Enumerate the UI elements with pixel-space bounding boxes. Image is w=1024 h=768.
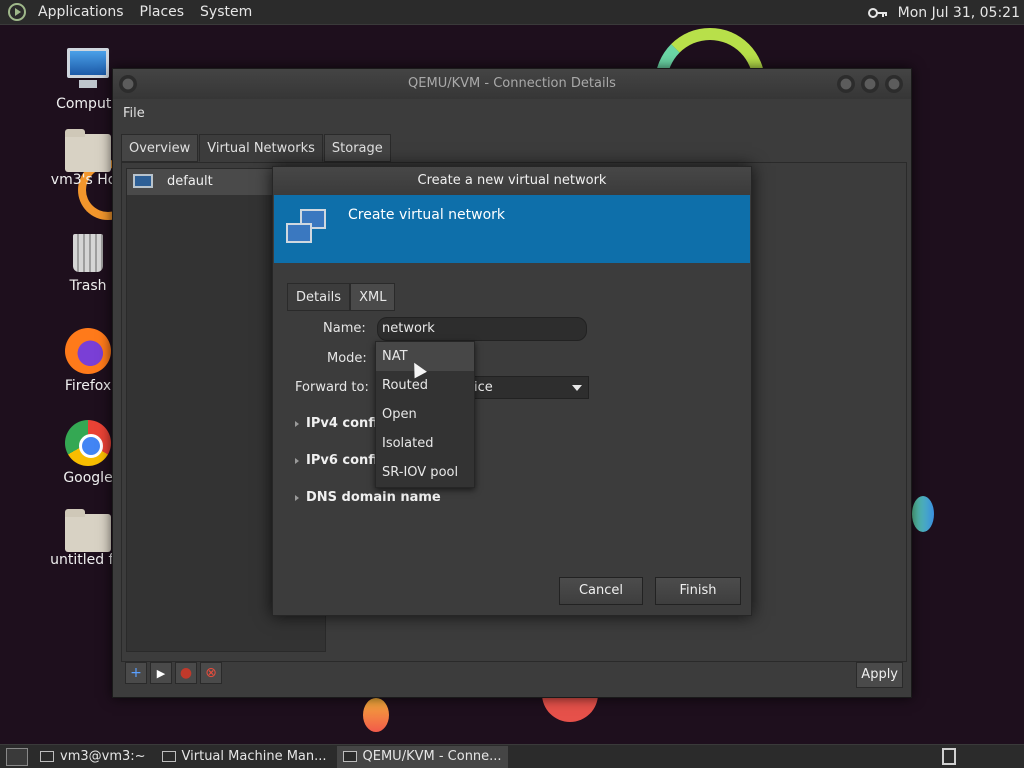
delete-network-button[interactable]: ⊗ <box>200 662 222 684</box>
stop-network-button[interactable]: ● <box>175 662 197 684</box>
menu-file[interactable]: File <box>123 106 145 121</box>
plus-icon: + <box>130 665 142 681</box>
connection-tabs: Overview Virtual Networks Storage <box>121 134 392 162</box>
mode-option-routed[interactable]: Routed <box>376 371 474 400</box>
mode-option-isolated[interactable]: Isolated <box>376 429 474 458</box>
stop-icon: ● <box>179 665 193 681</box>
window-title: QEMU/KVM - Connection Details <box>408 76 616 91</box>
firefox-icon <box>65 328 111 374</box>
ipv4-expander[interactable]: IPv4 config <box>295 416 387 431</box>
show-desktop-icon[interactable] <box>6 747 28 766</box>
vm-manager-icon <box>161 750 176 762</box>
taskbar-label: vm3@vm3:~ <box>60 748 146 764</box>
start-network-button[interactable]: ▶ <box>150 662 172 684</box>
mode-option-sriov[interactable]: SR-IOV pool <box>376 458 474 487</box>
window-icon <box>342 750 357 762</box>
window-menu-icon[interactable] <box>119 75 137 93</box>
add-network-button[interactable]: + <box>125 662 147 684</box>
play-icon: ▶ <box>156 667 166 680</box>
tab-details[interactable]: Details <box>287 283 351 311</box>
ipv6-expander[interactable]: IPv6 config <box>295 453 387 468</box>
dialog-banner: Create virtual network <box>274 195 750 263</box>
taskbar: vm3@vm3:~ Virtual Machine Man... QEMU/KV… <box>0 744 1024 768</box>
applications-logo-icon[interactable] <box>8 3 26 21</box>
delete-icon: ⊗ <box>205 665 217 681</box>
expander-icon <box>295 420 299 427</box>
expander-icon <box>295 494 299 501</box>
workspace-switcher-icon[interactable] <box>942 748 956 765</box>
cancel-button[interactable]: Cancel <box>559 577 643 605</box>
menubar: File <box>113 99 911 129</box>
trash-icon <box>65 228 111 274</box>
tab-overview[interactable]: Overview <box>121 134 199 162</box>
taskbar-label: Virtual Machine Man... <box>181 748 327 764</box>
close-icon[interactable] <box>885 75 903 93</box>
expander-icon <box>295 457 299 464</box>
minimize-icon[interactable] <box>837 75 855 93</box>
mode-option-open[interactable]: Open <box>376 400 474 429</box>
taskbar-item-vm-manager[interactable]: Virtual Machine Man... <box>156 746 333 768</box>
wallpaper-blob <box>363 698 389 732</box>
chrome-icon <box>65 420 111 466</box>
expander-label: DNS domain name <box>306 490 441 505</box>
clock[interactable]: Mon Jul 31, 05:21 <box>898 5 1020 21</box>
network-name: default <box>167 174 213 189</box>
terminal-icon <box>40 750 54 762</box>
network-icon <box>133 174 153 188</box>
mode-dropdown-menu: NAT Routed Open Isolated SR-IOV pool <box>375 341 475 488</box>
mode-option-nat[interactable]: NAT <box>376 342 474 371</box>
network-computers-icon <box>286 209 330 249</box>
home-folder-icon <box>65 129 111 172</box>
name-label: Name: <box>323 321 366 336</box>
tab-virtual-networks[interactable]: Virtual Networks <box>199 134 323 162</box>
name-field[interactable]: network <box>377 317 587 341</box>
tab-storage[interactable]: Storage <box>323 134 391 162</box>
menu-applications[interactable]: Applications <box>30 0 132 25</box>
computer-icon <box>65 46 111 92</box>
tab-xml[interactable]: XML <box>350 283 396 311</box>
network-key-icon[interactable] <box>867 6 888 20</box>
mode-label: Mode: <box>327 351 367 366</box>
finish-button[interactable]: Finish <box>655 577 741 605</box>
dialog-tabs: Details XML <box>287 283 396 311</box>
forward-label: Forward to: <box>295 380 369 395</box>
menu-places[interactable]: Places <box>132 0 193 25</box>
apply-button[interactable]: Apply <box>856 662 903 688</box>
taskbar-item-connection-details[interactable]: QEMU/KVM - Conne... <box>336 745 508 768</box>
create-network-dialog: Create a new virtual network Create virt… <box>272 166 752 616</box>
dialog-title[interactable]: Create a new virtual network <box>273 167 751 195</box>
taskbar-item-terminal[interactable]: vm3@vm3:~ <box>34 746 152 768</box>
wallpaper-blob <box>912 496 934 532</box>
menu-system[interactable]: System <box>192 0 260 25</box>
window-titlebar[interactable]: QEMU/KVM - Connection Details <box>113 69 911 99</box>
network-actions: + ▶ ● ⊗ <box>125 662 222 684</box>
top-panel: Applications Places System Mon Jul 31, 0… <box>0 0 1024 25</box>
chevron-down-icon <box>572 385 582 391</box>
maximize-icon[interactable] <box>861 75 879 93</box>
banner-text: Create virtual network <box>348 207 506 223</box>
dns-expander[interactable]: DNS domain name <box>295 490 441 505</box>
folder-icon <box>65 509 111 552</box>
taskbar-label: QEMU/KVM - Conne... <box>362 748 502 764</box>
